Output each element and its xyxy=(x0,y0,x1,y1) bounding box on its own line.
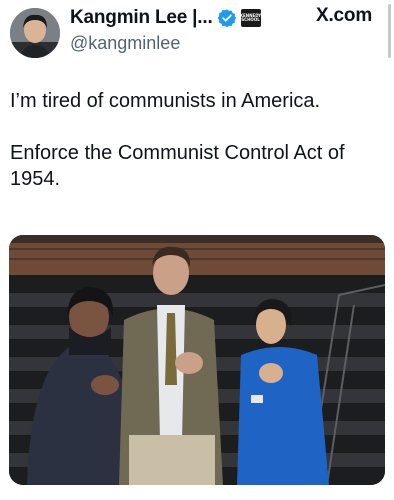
author-display-name[interactable]: Kangmin Lee |... xyxy=(70,7,213,29)
avatar[interactable] xyxy=(10,8,60,58)
tweet-paragraph: I’m tired of communists in America. xyxy=(10,90,321,112)
affiliation-badge[interactable]: KENNEDY SCHOOL xyxy=(240,9,261,27)
affiliation-badge-text: KENNEDY SCHOOL xyxy=(240,13,261,22)
tweet-paragraph: Enforce the Communist Control Act of 195… xyxy=(10,142,345,190)
avatar-photo xyxy=(10,8,60,58)
tweet-header: Kangmin Lee |... KENNEDY SCHOOL @kangmin… xyxy=(0,0,394,68)
author-name-row: Kangmin Lee |... KENNEDY SCHOOL xyxy=(70,6,261,30)
tweet-text: I’m tired of communists in America. Enfo… xyxy=(10,88,380,218)
tweet-photo[interactable] xyxy=(9,235,385,485)
site-label: X.com xyxy=(316,5,373,26)
photo-icon xyxy=(9,235,385,485)
author-handle[interactable]: @kangminlee xyxy=(70,33,180,54)
scrollbar[interactable] xyxy=(388,4,391,58)
verified-badge-icon xyxy=(217,9,236,28)
